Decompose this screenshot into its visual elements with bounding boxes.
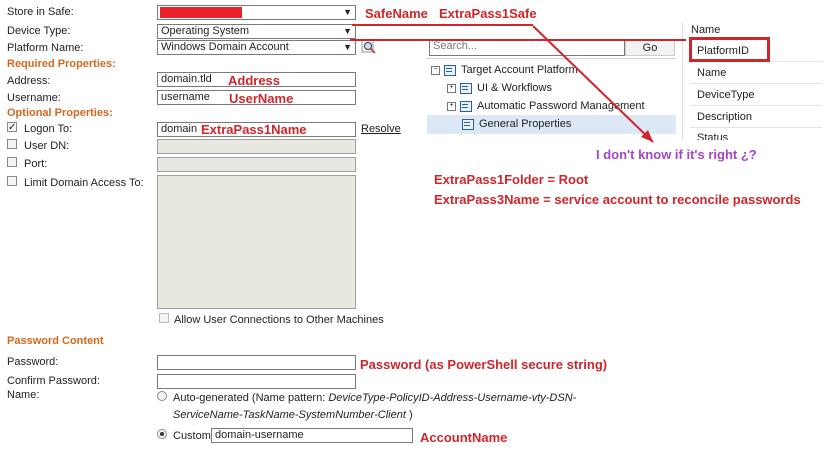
name-pattern-prefix: (Name pattern: — [251, 392, 326, 404]
annotation-extrapass1name: ExtraPass1Name — [201, 122, 307, 137]
node-icon — [460, 82, 472, 94]
password-field[interactable] — [157, 355, 356, 370]
confirm-password-label: Confirm Password: — [7, 375, 100, 387]
limit-domain-label: Limit Domain Access To: — [24, 177, 144, 189]
safe-redacted — [160, 7, 242, 18]
port-label: Port: — [24, 158, 48, 170]
required-section-title: Required Properties: — [7, 58, 116, 70]
magnifier-icon[interactable] — [361, 39, 377, 55]
prop-row-devicetype[interactable]: DeviceType — [690, 85, 822, 106]
platform-name-select[interactable]: Windows Domain Account ▼ — [157, 40, 356, 55]
search-placeholder-text: Search... — [433, 40, 478, 52]
password-section-title: Password Content — [7, 335, 104, 347]
name-pattern-value: DeviceType-PolicyID-Address-Username-vty… — [328, 392, 577, 404]
annotation-extrapass3name: ExtraPass3Name = service account to reco… — [434, 192, 801, 207]
allow-connections-label: Allow User Connections to Other Machines — [174, 314, 384, 326]
node-icon — [444, 64, 456, 76]
chevron-down-icon: ▼ — [343, 26, 352, 36]
name-pattern-suffix: ) — [408, 409, 413, 421]
tree-item-label: UI & Workflows — [477, 82, 552, 94]
chevron-down-icon: ▼ — [343, 42, 352, 52]
node-icon — [462, 118, 474, 130]
annotation-safename: SafeName — [365, 6, 428, 21]
annotation-username: UserName — [229, 91, 294, 106]
safe-select[interactable]: ▼ — [157, 5, 356, 20]
name-pattern-value2: ServiceName-TaskName-SystemNumber-Client — [173, 409, 406, 421]
store-in-safe-label: Store in Safe: — [7, 6, 74, 18]
logon-to-label: Logon To: — [24, 123, 73, 135]
auto-generated-radio[interactable] — [157, 391, 167, 401]
platform-name-value: Windows Domain Account — [161, 41, 289, 53]
allow-connections-checkbox[interactable] — [159, 313, 169, 323]
optional-section-title: Optional Properties: — [7, 107, 113, 119]
port-checkbox[interactable] — [7, 157, 17, 167]
platform-name-label: Platform Name: — [7, 42, 84, 54]
user-dn-checkbox[interactable] — [7, 139, 17, 149]
expand-icon: + — [447, 101, 456, 111]
expand-icon: + — [447, 83, 456, 93]
port-field[interactable] — [157, 157, 356, 172]
username-label: Username: — [7, 92, 61, 104]
go-button[interactable]: Go — [625, 39, 675, 56]
chevron-down-icon: ▼ — [343, 7, 352, 17]
tree-item-label: General Properties — [479, 118, 572, 130]
prop-row-name[interactable]: Name — [690, 63, 822, 84]
auto-generated-text: Auto-generated (Name pattern: DeviceType… — [173, 392, 576, 404]
custom-radio[interactable] — [157, 429, 167, 439]
annotation-accountname: AccountName — [420, 430, 508, 445]
tree-item-automatic-password-management[interactable]: + Automatic Password Management — [447, 100, 645, 112]
platformid-highlight-box — [689, 37, 770, 62]
name-label: Name: — [7, 389, 40, 401]
address-label: Address: — [7, 75, 51, 87]
name-pattern-line2: ServiceName-TaskName-SystemNumber-Client… — [173, 409, 413, 421]
tree-item-general-properties[interactable]: General Properties — [462, 118, 571, 130]
user-dn-label: User DN: — [24, 140, 70, 152]
annotation-underline — [352, 24, 533, 26]
prop-row-status[interactable]: Status — [690, 129, 822, 140]
password-label: Password: — [7, 356, 59, 368]
device-type-select[interactable]: Operating System ▼ — [157, 24, 356, 39]
device-type-label: Device Type: — [7, 25, 71, 37]
node-icon — [460, 100, 472, 112]
tree-item-ui-workflows[interactable]: + UI & Workflows — [447, 82, 552, 94]
custom-label: Custom — [173, 430, 211, 442]
resolve-link[interactable]: Resolve — [361, 123, 401, 135]
user-dn-field[interactable] — [157, 139, 356, 154]
custom-name-field[interactable]: domain-username — [211, 428, 413, 443]
logon-to-checkbox[interactable]: ✓ — [7, 122, 17, 133]
confirm-password-field[interactable] — [157, 374, 356, 389]
annotation-extrapass1safe: ExtraPass1Safe — [439, 6, 537, 21]
collapse-icon: − — [431, 65, 440, 75]
auto-generated-label: Auto-generated — [173, 392, 249, 404]
limit-domain-textarea[interactable] — [157, 175, 356, 309]
annotation-uncertain: I don't know if it's right ¿? — [596, 147, 757, 162]
tree-item-label: Automatic Password Management — [477, 100, 645, 112]
tree-search-input[interactable]: Search... — [429, 39, 625, 56]
tree-item-target-account-platform[interactable]: − Target Account Platform — [431, 64, 578, 76]
props-header: Name — [691, 24, 721, 36]
prop-row-description[interactable]: Description — [690, 107, 822, 128]
props-clip: Status — [682, 129, 822, 140]
limit-domain-checkbox[interactable] — [7, 176, 17, 186]
tree-divider — [426, 58, 676, 59]
tree-item-label: Target Account Platform — [461, 64, 578, 76]
annotation-address: Address — [228, 73, 281, 88]
annotation-extrapass1folder: ExtraPass1Folder = Root — [434, 172, 589, 187]
device-type-value: Operating System — [161, 25, 250, 37]
annotation-password: Password (as PowerShell secure string) — [360, 357, 608, 372]
